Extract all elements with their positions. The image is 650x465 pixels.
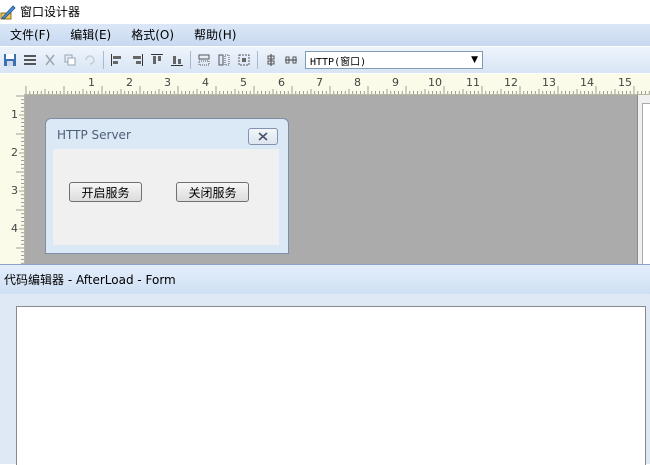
ruler-label: 10: [428, 76, 442, 89]
ruler-label: 3: [11, 184, 18, 197]
cut-icon[interactable]: [40, 50, 60, 70]
ruler-label: 6: [278, 76, 285, 89]
save-icon[interactable]: [0, 50, 20, 70]
toolbar: HTTP(窗口) ▼: [0, 47, 650, 73]
properties-icon[interactable]: [20, 50, 40, 70]
center-vertical-icon[interactable]: [261, 50, 281, 70]
form-client-area: 开启服务 关闭服务: [53, 149, 279, 245]
ruler-label: 5: [240, 76, 247, 89]
chevron-down-icon[interactable]: ▼: [471, 55, 478, 65]
ruler-label: 2: [11, 146, 18, 159]
ruler-label: 9: [392, 76, 399, 89]
toolbar-separator: [190, 51, 191, 69]
ruler-label: 11: [466, 76, 480, 89]
ruler-label: 3: [164, 76, 171, 89]
menu-bar: 文件(F) 编辑(E) 格式(O) 帮助(H): [0, 24, 650, 46]
form-caption: HTTP Server: [57, 128, 131, 142]
start-service-button[interactable]: 开启服务: [69, 182, 142, 202]
ruler-label: 7: [316, 76, 323, 89]
ruler-label: 1: [88, 76, 95, 89]
menu-help[interactable]: 帮助(H): [184, 24, 246, 46]
same-width-icon[interactable]: [194, 50, 214, 70]
ruler-ticks: [25, 86, 650, 94]
ruler-corner: [0, 74, 24, 94]
properties-panel: [637, 95, 650, 265]
menu-format[interactable]: 格式(O): [121, 24, 184, 46]
ruler-label: 8: [354, 76, 361, 89]
paste-icon[interactable]: [80, 50, 100, 70]
align-left-icon[interactable]: [107, 50, 127, 70]
object-selector-dropdown[interactable]: HTTP(窗口) ▼: [305, 51, 483, 69]
align-right-icon[interactable]: [127, 50, 147, 70]
vertical-ruler: 1 2 3 4: [0, 94, 25, 264]
ruler-label: 14: [580, 76, 594, 89]
designed-form-window[interactable]: HTTP Server 开启服务 关闭服务: [45, 118, 289, 254]
center-horizontal-icon[interactable]: [281, 50, 301, 70]
stop-service-button[interactable]: 关闭服务: [176, 182, 249, 202]
same-size-icon[interactable]: [234, 50, 254, 70]
title-bar: 窗口设计器: [0, 0, 650, 23]
same-height-icon[interactable]: [214, 50, 234, 70]
toolbar-separator: [257, 51, 258, 69]
menu-file[interactable]: 文件(F): [0, 24, 60, 46]
copy-icon[interactable]: [60, 50, 80, 70]
ruler-label: 15: [618, 76, 632, 89]
ruler-label: 12: [504, 76, 518, 89]
align-top-icon[interactable]: [147, 50, 167, 70]
horizontal-ruler: 1 2 3 4 5 6 7 8 9 10 11 12 13 14 15: [24, 74, 650, 95]
properties-panel-content: [642, 103, 650, 265]
menu-edit[interactable]: 编辑(E): [60, 24, 121, 46]
align-bottom-icon[interactable]: [167, 50, 187, 70]
window-title: 窗口设计器: [20, 5, 81, 19]
toolbar-separator: [103, 51, 104, 69]
form-close-button[interactable]: [248, 128, 278, 145]
ruler-label: 1: [11, 108, 18, 121]
code-editor-title: 代码编辑器 - AfterLoad - Form: [0, 264, 650, 294]
ruler-label: 4: [202, 76, 209, 89]
object-selector-value: HTTP(窗口): [310, 56, 367, 68]
ruler-label: 4: [11, 222, 18, 235]
ruler-label: 13: [542, 76, 556, 89]
code-editor-textarea[interactable]: [16, 306, 646, 465]
app-icon: [0, 4, 16, 19]
close-icon: [258, 132, 268, 141]
ruler-label: 2: [126, 76, 133, 89]
